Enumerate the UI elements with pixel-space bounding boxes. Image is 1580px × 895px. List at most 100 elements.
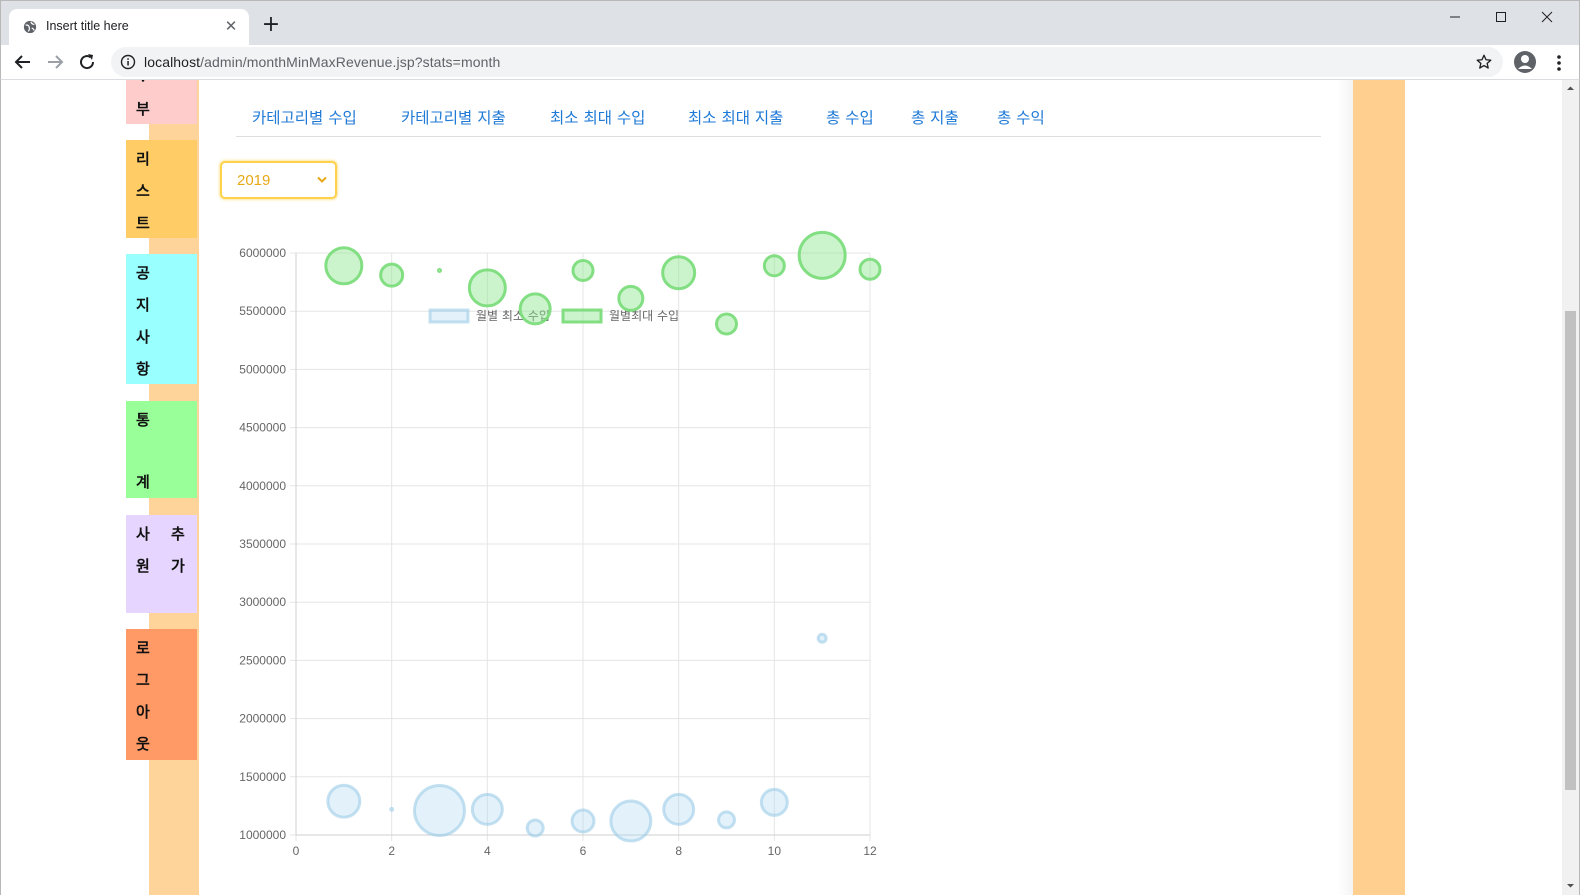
sidebar-item-logout[interactable]: 로그아웃 xyxy=(126,629,197,760)
nav-link-total-income[interactable]: 총 수입 xyxy=(826,106,874,128)
x-tick-label: 6 xyxy=(580,844,587,858)
sidebar-char: 지 xyxy=(136,296,150,314)
nav-link-minmax-expense[interactable]: 최소 최대 지출 xyxy=(688,106,783,128)
close-window-icon[interactable] xyxy=(1524,5,1570,29)
max-income-bubble[interactable] xyxy=(858,257,882,281)
nav-link-minmax-income[interactable]: 최소 최대 수입 xyxy=(550,106,645,128)
sidebar-char: 추 xyxy=(171,525,185,543)
legend-swatch xyxy=(428,308,470,324)
bubble-chart: 1000000 1500000 2000000 2500000 3000000 35000… xyxy=(239,230,882,858)
legend-swatch xyxy=(561,308,603,324)
y-tick-label: 1500000 xyxy=(239,770,286,784)
min-income-bubble[interactable] xyxy=(326,783,362,819)
max-income-bubble[interactable] xyxy=(571,258,595,282)
sidebar-label: 로그아웃 xyxy=(126,629,197,760)
max-income-bubble[interactable] xyxy=(324,246,364,286)
scroll-up-arrow-icon[interactable] xyxy=(1562,80,1579,97)
max-income-bubble[interactable] xyxy=(762,254,786,278)
x-tick-label: 10 xyxy=(768,844,782,858)
info-icon[interactable] xyxy=(120,54,136,70)
max-income-bubble[interactable] xyxy=(467,268,507,308)
min-income-bubble[interactable] xyxy=(389,806,395,812)
stats-nav: 카테고리별 수입 카테고리별 지출 최소 최대 수입 최소 최대 지출 총 수입… xyxy=(236,80,1321,137)
max-income-bubble[interactable] xyxy=(617,284,645,312)
sidebar-char: 웃 xyxy=(136,735,150,753)
min-income-bubble[interactable] xyxy=(609,799,653,843)
sidebar-item-statistics[interactable]: 통계 xyxy=(126,401,197,498)
legend-label: 월별최대 수입 xyxy=(609,309,679,323)
sidebar-char: 트 xyxy=(136,214,150,232)
y-tick-label: 5500000 xyxy=(239,304,286,318)
sidebar-label: 리스트 xyxy=(126,140,197,238)
new-tab-icon[interactable]: + xyxy=(260,14,282,37)
sidebar-item-notice[interactable]: 공지사항 xyxy=(126,254,197,384)
sidebar-char: 계 xyxy=(136,473,150,491)
bookmark-star-icon[interactable] xyxy=(1475,53,1493,71)
x-tick-label: 8 xyxy=(675,844,682,858)
sidebar-char: 로 xyxy=(136,639,150,657)
min-income-bubble[interactable] xyxy=(413,784,466,838)
nav-link-category-income[interactable]: 카테고리별 수입 xyxy=(252,106,357,128)
maximize-icon[interactable] xyxy=(1478,5,1524,29)
chevron-down-icon xyxy=(317,176,327,183)
browser-tab[interactable]: Insert title here ✕ xyxy=(9,9,249,46)
x-tick-label: 4 xyxy=(484,844,491,858)
min-income-bubble[interactable] xyxy=(570,808,596,834)
min-income-bubble[interactable] xyxy=(816,632,828,644)
sidebar-label: 부 xyxy=(136,100,150,118)
sidebar-char: 사 xyxy=(136,328,150,346)
max-income-bubble[interactable] xyxy=(715,312,738,336)
scrollbar-thumb[interactable] xyxy=(1565,311,1576,790)
max-income-bubble[interactable] xyxy=(518,292,552,326)
nav-link-total-expense[interactable]: 총 지출 xyxy=(911,106,959,128)
address-bar[interactable]: localhost/admin/monthMinMaxRevenue.jsp?s… xyxy=(111,47,1503,77)
browser-tabstrip: Insert title here ✕ + xyxy=(0,0,1580,46)
max-income-bubble[interactable] xyxy=(797,230,847,280)
max-income-bubble[interactable] xyxy=(437,267,442,273)
sidebar-char: 공 xyxy=(136,264,150,282)
y-tick-label: 4000000 xyxy=(239,479,286,493)
back-arrow-icon[interactable] xyxy=(11,50,35,74)
minimize-icon[interactable] xyxy=(1432,5,1478,29)
year-select[interactable]: 2019 xyxy=(220,161,337,199)
min-income-bubble[interactable] xyxy=(470,792,504,826)
y-tick-label: 3000000 xyxy=(239,595,286,609)
sidebar-item-partial[interactable]: ㆍ 부 xyxy=(126,80,197,124)
sidebar-label: 통계 xyxy=(126,401,197,498)
nav-link-total-profit[interactable]: 총 수익 xyxy=(997,106,1045,128)
right-decorative-strip xyxy=(1353,80,1405,895)
globe-icon xyxy=(23,20,37,34)
vertical-scrollbar[interactable] xyxy=(1562,80,1580,895)
min-income-bubble[interactable] xyxy=(717,810,736,830)
x-tick-label: 2 xyxy=(388,844,395,858)
y-tick-label: 4500000 xyxy=(239,421,286,435)
sidebar-char: 스 xyxy=(136,182,150,200)
tab-title: Insert title here xyxy=(46,19,129,33)
right-edge-shadow xyxy=(1338,80,1354,895)
scroll-down-arrow-icon[interactable] xyxy=(1562,877,1579,894)
url-path: /admin/monthMinMaxRevenue.jsp?stats=mont… xyxy=(200,54,501,70)
sidebar-item-add-employee[interactable]: 사원 추가 xyxy=(126,515,197,613)
profile-avatar-icon[interactable] xyxy=(1513,50,1537,74)
browser-toolbar: localhost/admin/monthMinMaxRevenue.jsp?s… xyxy=(0,45,1580,80)
x-tick-label: 0 xyxy=(293,844,300,858)
min-income-bubble[interactable] xyxy=(525,818,545,838)
max-income-bubble[interactable] xyxy=(661,255,697,291)
min-income-bubble[interactable] xyxy=(662,792,696,826)
sidebar-char: 항 xyxy=(136,360,150,378)
sidebar-char: 사 xyxy=(136,525,150,543)
sidebar-char: 그 xyxy=(136,671,150,689)
reload-icon[interactable] xyxy=(75,50,99,74)
y-tick-label: 1000000 xyxy=(239,828,286,842)
forward-arrow-icon[interactable] xyxy=(43,50,67,74)
close-tab-icon[interactable]: ✕ xyxy=(223,18,239,34)
sidebar-char: 가 xyxy=(171,557,185,575)
sidebar-item-list[interactable]: 리스트 xyxy=(126,140,197,238)
url-text: localhost/admin/monthMinMaxRevenue.jsp?s… xyxy=(144,54,500,70)
sidebar-char: 리 xyxy=(136,150,150,168)
more-menu-icon[interactable] xyxy=(1549,51,1569,75)
max-income-bubble[interactable] xyxy=(379,262,405,288)
y-tick-label: 2500000 xyxy=(239,653,286,667)
nav-link-category-expense[interactable]: 카테고리별 지출 xyxy=(401,106,506,128)
min-income-bubble[interactable] xyxy=(759,787,789,817)
